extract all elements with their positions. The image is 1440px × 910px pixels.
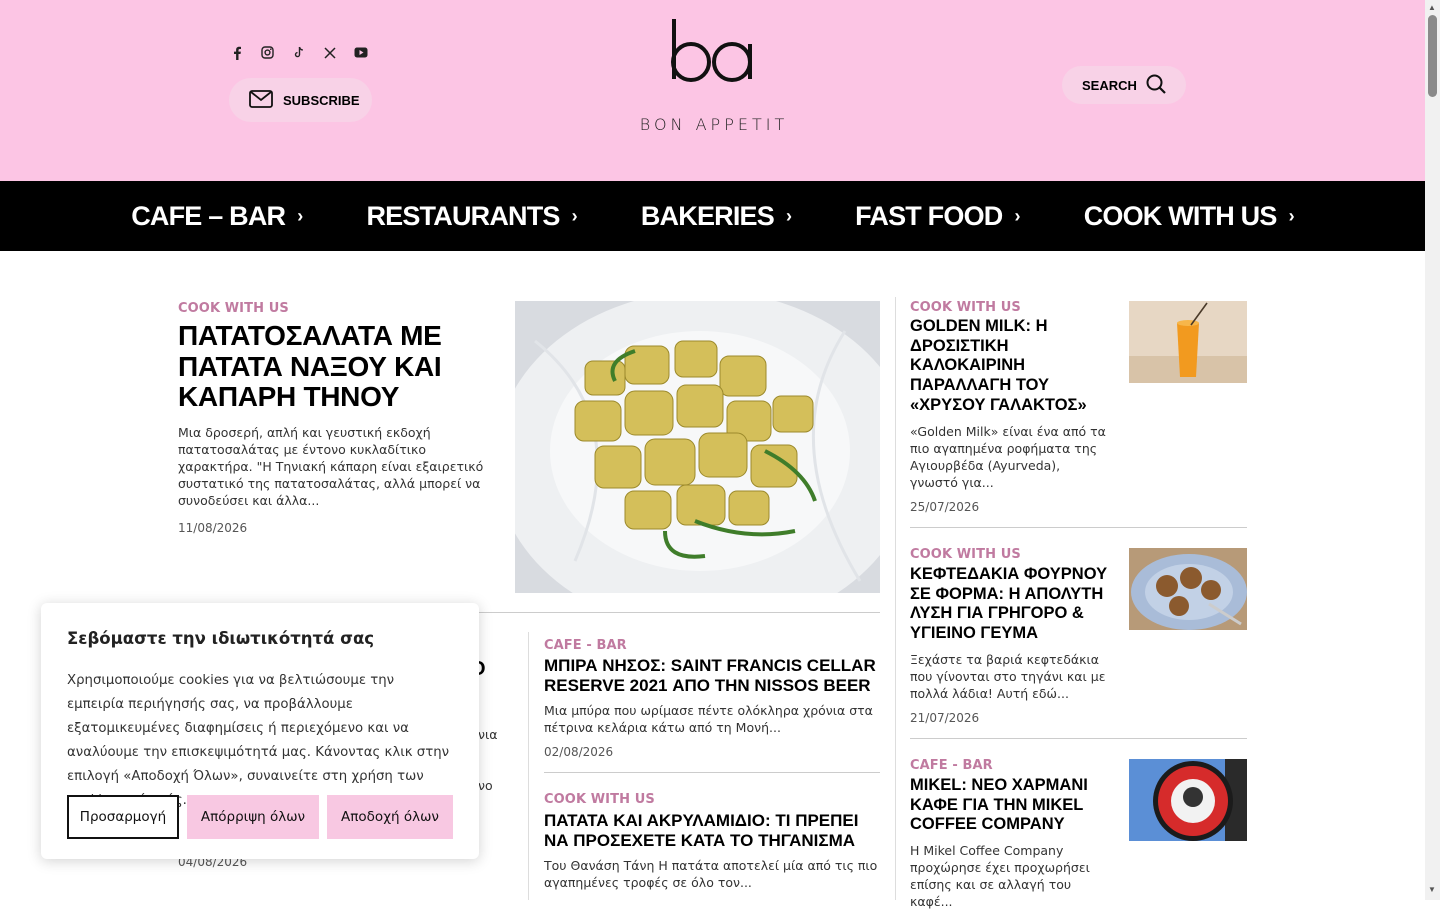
instagram-icon[interactable] — [259, 44, 276, 61]
nav-label: FAST FOOD — [855, 200, 1003, 231]
featured-excerpt: Μια δροσερή, απλή και γευστική εκδοχή πα… — [178, 425, 484, 508]
cookie-buttons: Προσαρμογή Απόρριψη όλων Αποδοχή όλων — [67, 795, 453, 839]
sidebar-article-title[interactable]: MIKEL: ΝΕΟ ΧΑΡΜΑΝΙ ΚΑΦΕ ΓΙΑ ΤΗΝ MIKEL CO… — [910, 776, 1110, 835]
chevron-right-icon: › — [785, 205, 792, 226]
sidebar-article-title[interactable]: ΚΕΦΤΕΔΑΚΙΑ ΦΟΥΡΝΟΥ ΣΕ ΦΟΡΜΑ: Η ΑΠΟΛΥΤΗ Λ… — [910, 565, 1110, 644]
nav-item-fast-food[interactable]: FAST FOOD › — [855, 201, 1020, 232]
article-date: 02/08/2026 — [544, 745, 614, 759]
featured-category[interactable]: COOK WITH US — [178, 301, 289, 316]
page-scrollbar[interactable]: ▲ ▼ — [1425, 0, 1440, 900]
x-icon[interactable] — [321, 44, 338, 61]
sidebar-image-meatballs[interactable] — [1129, 548, 1247, 630]
sidebar-article-category[interactable]: COOK WITH US — [910, 300, 1021, 315]
divider — [544, 772, 880, 773]
subscribe-label: SUBSCRIBE — [283, 92, 360, 108]
nav-item-cafe-bar[interactable]: CAFE – BAR › — [131, 200, 303, 232]
accept-all-button[interactable]: Αποδοχή όλων — [327, 795, 453, 839]
search-icon — [1145, 73, 1167, 98]
chevron-right-icon: › — [297, 205, 303, 226]
article-category[interactable]: COOK WITH US — [544, 792, 655, 807]
sidebar-article-category[interactable]: COOK WITH US — [910, 547, 1021, 562]
facebook-icon[interactable] — [228, 44, 245, 61]
article-excerpt: Μια μπύρα που ωρίμασε πέντε ολόκληρα χρό… — [544, 703, 873, 735]
article-excerpt: Του Θανάση Τάνη Η πατάτα αποτελεί μία απ… — [544, 858, 878, 890]
chevron-right-icon: › — [1014, 205, 1020, 226]
sidebar-article-excerpt: «Golden Milk» είναι ένα από τα πιο αγαπη… — [910, 424, 1106, 490]
envelope-icon — [249, 89, 273, 111]
nav-item-bakeries[interactable]: BAKERIES › — [640, 200, 792, 232]
article-title[interactable]: ΜΠΙΡΑ ΝΗΣΟΣ: SAINT FRANCIS CELLAR RESERV… — [544, 656, 880, 696]
scrollbar-thumb[interactable] — [1428, 15, 1437, 97]
social-links — [228, 44, 369, 61]
nav-label: BAKERIES — [640, 200, 775, 231]
sidebar-article-date: 25/07/2026 — [910, 500, 980, 514]
divider — [910, 527, 1247, 528]
search-button[interactable]: SEARCH — [1062, 66, 1186, 104]
sidebar-article-date: 21/07/2026 — [910, 711, 980, 725]
featured-title[interactable]: ΠΑΤΑΤΟΣΑΛΑΤΑ ΜΕ ΠΑΤΑΤΑ ΝΑΞΟΥ ΚΑΙ ΚΑΠΑΡΗ … — [178, 320, 498, 413]
sidebar-article-excerpt: Ξεχάστε τα βαριά κεφτεδάκια που γίνονται… — [910, 652, 1106, 701]
subscribe-button[interactable]: SUBSCRIBE — [229, 78, 372, 122]
left-article-excerpt-fragment: νια — [478, 727, 498, 742]
cookie-title: Σεβόμαστε την ιδιωτικότητά σας — [67, 629, 375, 648]
site-header: SUBSCRIBE BON APPETIT SEARCH — [0, 0, 1425, 181]
chevron-right-icon: › — [1288, 205, 1295, 226]
featured-image-potato-salad[interactable] — [515, 301, 880, 593]
sidebar-image-golden-milk[interactable] — [1129, 301, 1247, 383]
sidebar-image-mikel-sign[interactable] — [1129, 759, 1247, 841]
nav-label: RESTAURANTS — [366, 200, 560, 231]
scroll-down-icon[interactable]: ▼ — [1428, 885, 1436, 894]
site-logo[interactable]: BON APPETIT — [628, 14, 800, 136]
cookie-consent-dialog: Σεβόμαστε την ιδιωτικότητά σας Χρησιμοπο… — [41, 603, 479, 859]
tiktok-icon[interactable] — [290, 44, 307, 61]
nav-label: COOK WITH US — [1083, 200, 1278, 231]
customize-button[interactable]: Προσαρμογή — [67, 795, 179, 839]
column-divider — [528, 632, 529, 900]
sidebar-article-category[interactable]: CAFE - BAR — [910, 758, 993, 773]
chevron-right-icon: › — [571, 205, 578, 226]
sidebar-divider — [895, 297, 896, 900]
search-label: SEARCH — [1082, 77, 1137, 93]
nav-item-restaurants[interactable]: RESTAURANTS › — [366, 200, 578, 232]
logo-tagline: BON APPETIT — [639, 115, 789, 134]
article-title[interactable]: ΠΑΤΑΤΑ ΚΑΙ ΑΚΡΥΛΑΜΙΔΙΟ: ΤΙ ΠΡΕΠΕΙ ΝΑ ΠΡΟ… — [544, 811, 884, 850]
featured-date: 11/08/2026 — [178, 521, 248, 535]
sidebar-article-title[interactable]: GOLDEN MILK: Η ΔΡΟΣΙΣΤΙΚΗ ΚΑΛΟΚΑΙΡΙΝΗ ΠΑ… — [910, 317, 1110, 416]
divider — [910, 738, 1247, 739]
cookie-text: Χρησιμοποιούμε cookies για να βελτιώσουμ… — [67, 673, 450, 808]
youtube-icon[interactable] — [352, 44, 369, 61]
scroll-up-icon[interactable]: ▲ — [1428, 3, 1436, 12]
nav-label: CAFE – BAR — [131, 200, 286, 231]
reject-all-button[interactable]: Απόρριψη όλων — [187, 795, 319, 839]
nav-item-cook-with-us[interactable]: COOK WITH US › — [1083, 200, 1295, 232]
main-nav: CAFE – BAR › RESTAURANTS › BAKERIES › FAST … — [0, 181, 1425, 251]
logo-mark — [671, 19, 752, 82]
article-category[interactable]: CAFE - BAR — [544, 638, 627, 653]
left-article-excerpt-fragment: νο — [478, 778, 493, 793]
